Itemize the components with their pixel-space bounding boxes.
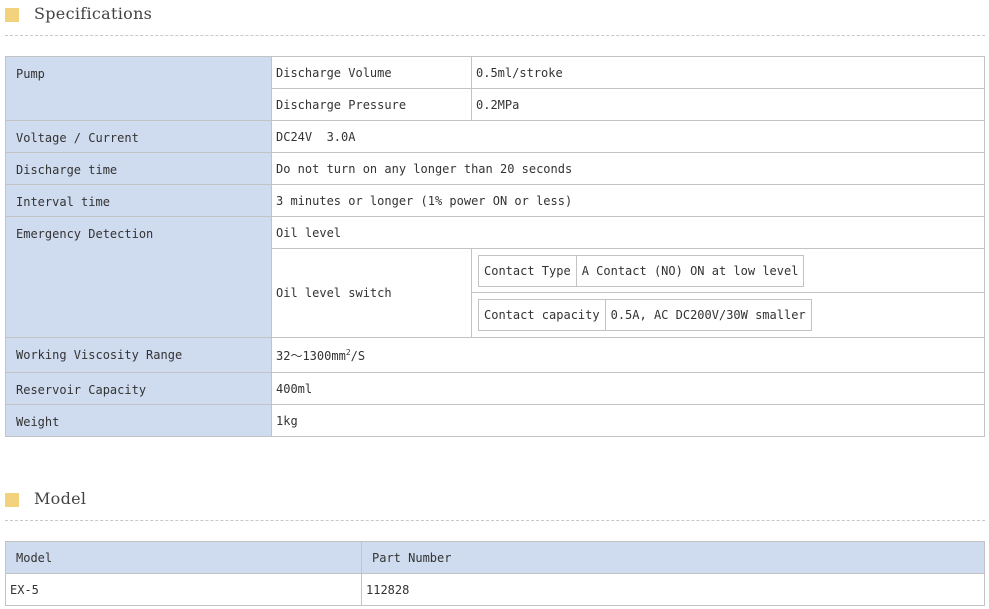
viscosity-value: 32～1300mm2/S: [271, 337, 985, 373]
reservoir-value: 400ml: [271, 372, 985, 405]
discharge-time-label: Discharge time: [5, 152, 272, 185]
weight-label: Weight: [5, 404, 272, 437]
divider: [5, 35, 985, 36]
voltage-value: DC24V 3.0A: [271, 120, 985, 153]
discharge-volume-label: Discharge Volume: [271, 56, 472, 89]
model-column-header: Model: [5, 541, 362, 574]
discharge-pressure-value: 0.2MPa: [471, 88, 985, 121]
weight-value: 1kg: [271, 404, 985, 437]
pump-label: Pump: [5, 56, 272, 121]
discharge-volume-value: 0.5ml/stroke: [471, 56, 985, 89]
viscosity-label: Working Viscosity Range: [5, 337, 272, 373]
part-number-column-header: Part Number: [361, 541, 985, 574]
divider: [5, 520, 985, 521]
voltage-label: Voltage / Current: [5, 120, 272, 153]
specifications-title: Specifications: [34, 4, 153, 23]
model-table: Model Part Number EX-5 112828: [5, 541, 985, 606]
oil-level-value: Oil level: [271, 216, 985, 249]
section-marker-icon: [5, 8, 19, 22]
model-heading: Model: [5, 488, 985, 510]
emergency-detection-label: Emergency Detection: [5, 216, 272, 338]
model-cell: EX-5: [5, 573, 362, 606]
contact-type-table: Contact Type A Contact (NO) ON at low le…: [478, 254, 805, 287]
contact-capacity-value: 0.5A, AC DC200V/30W smaller: [604, 299, 812, 331]
table-row: EX-5 112828: [5, 573, 985, 606]
reservoir-label: Reservoir Capacity: [5, 372, 272, 405]
section-marker-icon: [5, 493, 19, 507]
contact-capacity-label: Contact capacity: [478, 299, 606, 331]
discharge-pressure-label: Discharge Pressure: [271, 88, 472, 121]
contact-type-label: Contact Type: [478, 254, 577, 287]
contact-type-value: A Contact (NO) ON at low level: [575, 254, 805, 287]
model-title: Model: [34, 489, 87, 508]
discharge-time-value: Do not turn on any longer than 20 second…: [271, 152, 985, 185]
interval-time-label: Interval time: [5, 184, 272, 217]
part-number-cell: 112828: [361, 573, 985, 606]
oil-level-switch-label: Oil level switch: [271, 248, 472, 338]
interval-time-value: 3 minutes or longer (1% power ON or less…: [271, 184, 985, 217]
specifications-heading: Specifications: [5, 3, 985, 25]
contact-capacity-table: Contact capacity 0.5A, AC DC200V/30W sma…: [478, 299, 812, 331]
specifications-table: Pump Discharge Volume 0.5ml/stroke Disch…: [5, 56, 985, 437]
contact-cell: Contact Type A Contact (NO) ON at low le…: [471, 248, 985, 338]
